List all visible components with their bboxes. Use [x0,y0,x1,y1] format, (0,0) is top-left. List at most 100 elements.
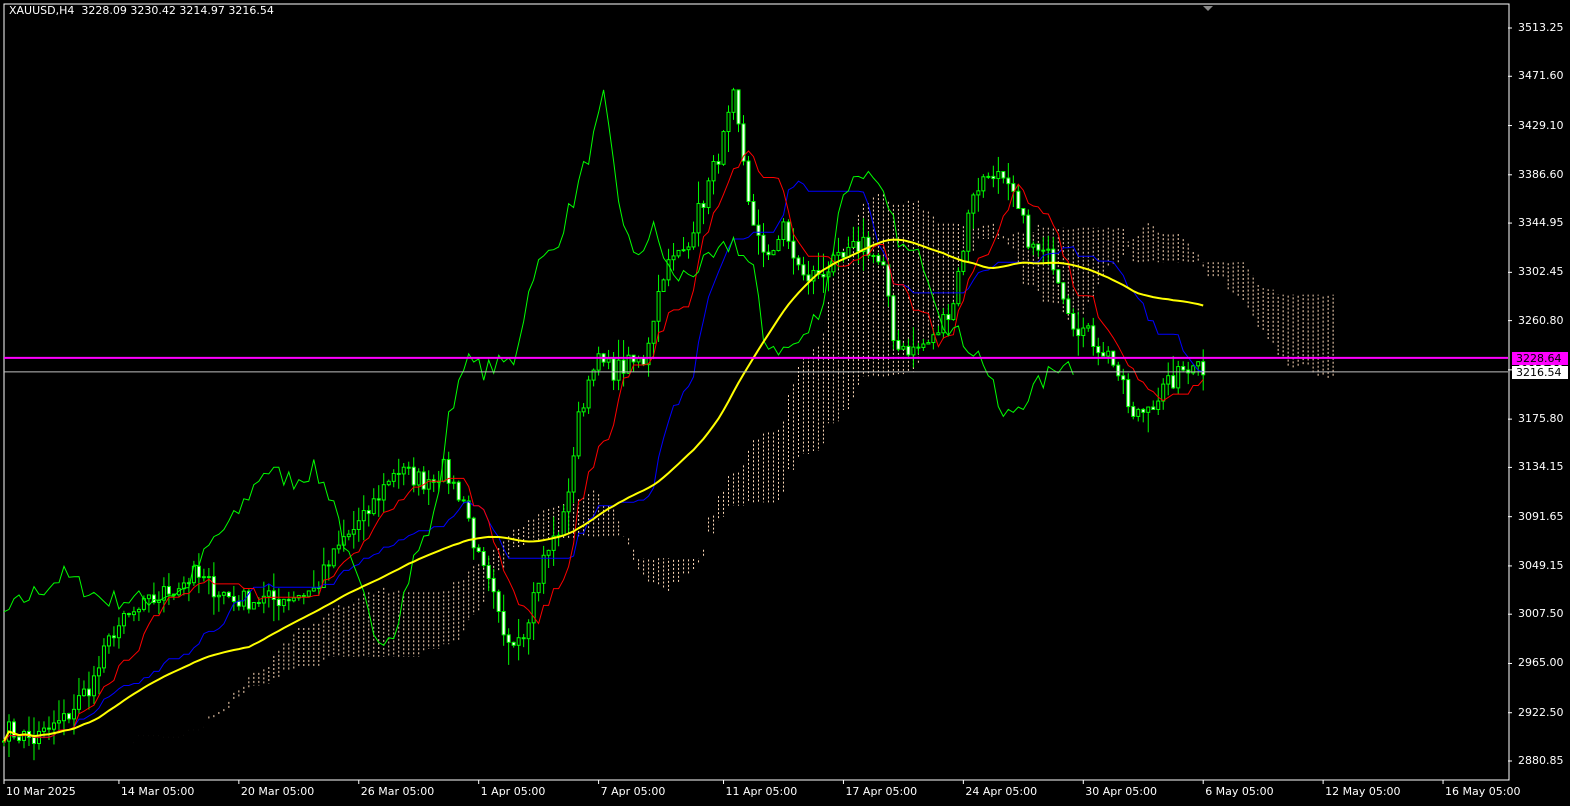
price-chart[interactable] [0,0,1570,806]
candle-body [801,264,806,276]
candle-body [541,554,546,584]
price-tick-label: 3007.50 [1518,607,1564,621]
candle-body [356,520,361,530]
candle-body [1166,375,1171,385]
candle-body [786,221,791,242]
candle-body [231,595,236,602]
candle-body [51,722,56,730]
time-tick-label: 7 Apr 05:00 [600,785,666,798]
candle-body [1071,312,1076,330]
candle-body [821,273,826,278]
candle-body [226,591,231,597]
candle-body [526,622,531,640]
time-tick-label: 14 Mar 05:00 [120,785,195,798]
candle-body [216,594,221,598]
candle-body [1176,366,1181,389]
moving-average-line [3,238,1204,742]
candle-body [841,251,846,258]
candle-body [576,411,581,457]
candle-body [306,590,311,597]
candle-body [1136,408,1141,417]
candle-body [876,255,881,263]
candle-body [656,291,661,322]
time-tick-label: 17 Apr 05:00 [845,785,918,798]
candle-body [736,89,741,125]
candle-body [486,564,491,579]
candle-body [981,176,986,192]
candle-body [1046,248,1051,251]
candle-body [76,695,81,710]
time-tick-label: 24 Apr 05:00 [965,785,1038,798]
price-tick-label: 2880.85 [1518,754,1564,767]
axis-ticks [3,27,1512,784]
candle-body [286,598,291,602]
candle-body [1091,325,1096,348]
candle-body [1086,325,1091,329]
candle-body [956,270,961,305]
candle-body [761,234,766,253]
candle-body [391,472,396,482]
candle-body [386,480,391,486]
candle-body [256,602,261,605]
chart-title: XAUUSD,H4 3228.09 3230.42 3214.97 3216.5… [9,4,274,17]
symbol-label: XAUUSD,H4 [9,4,75,17]
candle-body [1041,249,1046,252]
candle-body [521,637,526,640]
candle-body [406,466,411,469]
candle-body [121,612,126,627]
candle-body [331,548,336,567]
candle-body [911,346,916,356]
candle-body [951,303,956,321]
candle-body [706,180,711,209]
candle-body [686,246,691,251]
candle-body [1126,379,1131,408]
candle-body [71,708,76,720]
candle-body [916,346,921,349]
time-tick-label: 16 May 05:00 [1445,785,1521,798]
candle-body [41,727,46,732]
price-tick-label: 3091.65 [1518,509,1564,523]
candle-body [371,498,376,515]
candle-body [1146,406,1151,413]
chart-shift-marker-icon[interactable] [1203,6,1213,11]
candle-body [31,736,36,745]
candle-body [1101,352,1106,357]
candle-body [81,688,86,697]
candle-body [581,407,586,413]
candle-body [781,221,786,240]
candle-body [936,332,941,336]
candle-body [571,455,576,493]
candle-body [851,241,856,248]
candle-body [271,590,276,600]
ohlc-values: 3228.09 3230.42 3214.97 3216.54 [81,4,274,17]
candle-body [471,517,476,549]
candle-body [396,472,401,475]
time-tick-label: 1 Apr 05:00 [480,785,546,798]
candle-body [491,577,496,593]
candle-body [1181,366,1186,371]
candle-body [806,274,811,282]
candle-body [1006,177,1011,185]
price-tick-label: 3471.60 [1518,69,1564,83]
candle-body [971,194,976,214]
price-tick-label: 3429.10 [1518,118,1564,132]
candle-body [421,471,426,490]
candle-body [376,498,381,501]
kumo-cloud [208,194,1334,720]
candle-body [461,499,466,502]
candle-body [476,547,481,553]
price-tick-label: 3344.95 [1518,216,1564,230]
candle-body [566,491,571,513]
candle-body [1026,214,1031,248]
candle-body [1171,375,1176,389]
price-tick-label: 3302.45 [1518,265,1564,279]
candle-body [746,160,751,203]
price-tick-label: 3513.25 [1518,21,1564,34]
candle-body [586,379,591,409]
candle-body [1001,171,1006,179]
price-tick-label: 3175.80 [1518,412,1564,426]
candle-body [1201,361,1206,376]
candle-body [251,602,256,610]
candle-body [676,249,681,257]
time-tick-label: 11 Apr 05:00 [725,785,798,798]
